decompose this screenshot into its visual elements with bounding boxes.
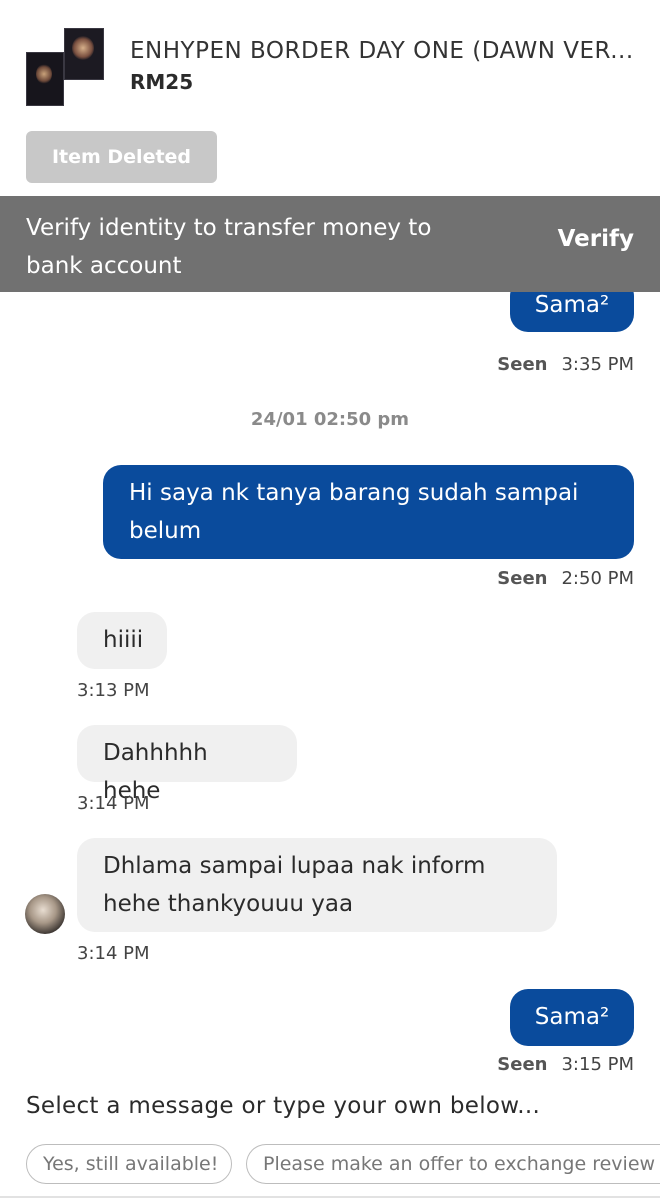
listing-header[interactable]: ENHYPEN BORDER DAY ONE (DAWN VER... RM25… [0,0,660,196]
message-meta: Seen 2:50 PM [497,568,634,589]
listing-title[interactable]: ENHYPEN BORDER DAY ONE (DAWN VER... [130,38,635,64]
verify-identity-banner: Verify identity to transfer money to ban… [0,196,660,292]
message-time: 3:35 PM [561,354,634,375]
quick-reply-make-offer[interactable]: Please make an offer to exchange review … [246,1144,660,1184]
seen-label: Seen [497,354,548,375]
verify-banner-text: Verify identity to transfer money to ban… [26,215,432,279]
message-bubble-outgoing[interactable]: Sama² [510,292,634,332]
message-meta: Seen 3:15 PM [497,1054,634,1075]
divider [0,1196,660,1198]
date-separator: 24/01 02:50 pm [250,409,410,430]
message-text: Dhlama sampai lupaa nak inform hehe than… [103,853,486,917]
seen-label: Seen [497,1054,548,1075]
verify-button[interactable]: Verify [558,226,634,252]
message-bubble-incoming[interactable]: hiiii [77,612,167,669]
listing-price: RM25 [130,70,194,94]
message-text: Sama² [534,1004,610,1030]
message-bubble-incoming[interactable]: Dahhhhh hehe [77,725,297,804]
product-thumbnail[interactable] [26,28,104,106]
message-time: 3:14 PM [77,943,150,964]
message-text: Hi saya nk tanya barang sudah sampai bel… [129,480,579,544]
message-time: 3:15 PM [561,1054,634,1075]
quick-reply-prompt: Select a message or type your own below.… [26,1093,541,1119]
message-time: 3:14 PM [77,793,150,814]
user-avatar[interactable] [25,894,65,934]
message-text: Sama² [534,292,610,318]
message-bubble-incoming[interactable]: Dhlama sampai lupaa nak inform hehe than… [77,838,557,932]
item-deleted-button: Item Deleted [26,131,217,183]
quick-reply-still-available[interactable]: Yes, still available! [26,1144,232,1184]
message-bubble-outgoing[interactable]: Sama² [510,989,634,1046]
message-time: 2:50 PM [561,568,634,589]
message-text: hiiii [103,627,144,653]
message-bubble-outgoing[interactable]: Hi saya nk tanya barang sudah sampai bel… [103,465,634,559]
chat-thread[interactable]: Sama² Seen 3:35 PM 24/01 02:50 pm Hi saya… [0,292,660,1082]
seen-label: Seen [497,568,548,589]
message-meta: Seen 3:35 PM [497,354,634,375]
message-time: 3:13 PM [77,680,150,701]
